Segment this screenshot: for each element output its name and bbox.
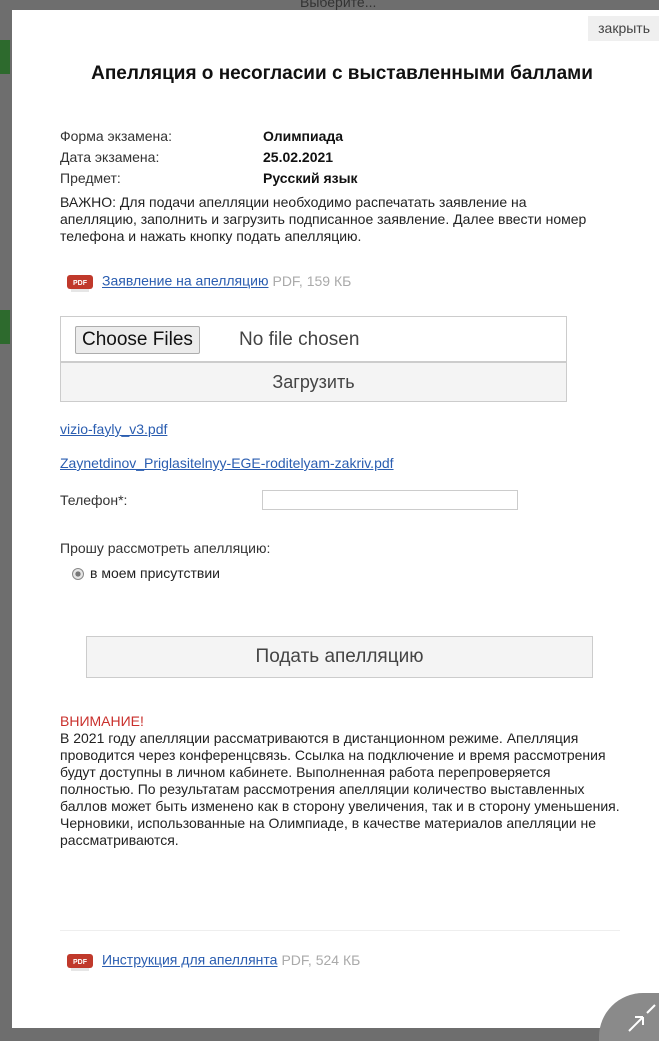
choose-files-button[interactable]: Choose Files: [75, 326, 200, 354]
pdf-icon: PDF: [66, 950, 94, 972]
uploaded-file-link[interactable]: vizio-fayly_v3.pdf: [60, 421, 167, 437]
radio-option-in-person[interactable]: в моем присутствии: [72, 565, 220, 581]
submit-appeal-button[interactable]: Подать апелляцию: [86, 636, 593, 678]
warning-text: В 2021 году апелляции рассматриваются в …: [60, 730, 620, 848]
file-meta: PDF, 159 КБ: [272, 272, 352, 289]
background-green-bar: [0, 310, 10, 344]
background-green-bar: [0, 40, 10, 74]
file-input[interactable]: Choose Files No file chosen: [60, 316, 567, 362]
svg-text:PDF: PDF: [73, 959, 88, 966]
phone-label: Телефон*:: [60, 492, 128, 508]
instruction-link[interactable]: Инструкция для апеллянта: [102, 952, 277, 968]
phone-input[interactable]: [262, 490, 518, 510]
application-link[interactable]: Заявление на апелляцию: [102, 273, 268, 289]
upload-button[interactable]: Загрузить: [60, 362, 567, 402]
instruction-link-row: PDF Инструкция для апеллянта PDF, 524 КБ: [66, 950, 360, 972]
divider: [60, 930, 620, 931]
svg-text:PDF: PDF: [73, 280, 88, 287]
pdf-icon: PDF: [66, 271, 94, 293]
info-value: Олимпиада: [263, 128, 344, 144]
info-row-subject: Предмет: Русский язык: [60, 169, 358, 187]
expand-icon[interactable]: [599, 993, 659, 1041]
background-top-text: Выберите...: [300, 0, 377, 10]
modal-title: Апелляция о несогласии с выставленными б…: [91, 63, 593, 84]
info-row-exam-date: Дата экзамена: 25.02.2021: [60, 148, 333, 166]
file-status: No file chosen: [239, 329, 360, 350]
file-meta: PDF, 524 КБ: [281, 951, 361, 968]
radio-label: в моем присутствии: [90, 565, 220, 581]
info-label: Дата экзамена:: [60, 149, 160, 165]
info-value: 25.02.2021: [263, 149, 334, 165]
application-link-row: PDF Заявление на апелляцию PDF, 159 КБ: [66, 271, 351, 293]
radio-icon[interactable]: [72, 568, 84, 581]
info-label: Форма экзамена:: [60, 128, 172, 144]
close-button[interactable]: закрыть: [588, 16, 659, 41]
uploaded-file-link[interactable]: Zaynetdinov_Priglasitelnyy-EGE-roditelya…: [60, 455, 394, 471]
request-label: Прошу рассмотреть апелляцию:: [60, 540, 271, 556]
info-value: Русский язык: [263, 170, 358, 186]
info-row-exam-form: Форма экзамена: Олимпиада: [60, 127, 343, 145]
warning-title: ВНИМАНИЕ!: [60, 713, 144, 729]
important-note: ВАЖНО: Для подачи апелляции необходимо р…: [60, 194, 587, 244]
info-label: Предмет:: [60, 170, 121, 186]
appeal-modal: закрыть Апелляция о несогласии с выставл…: [12, 10, 659, 1028]
